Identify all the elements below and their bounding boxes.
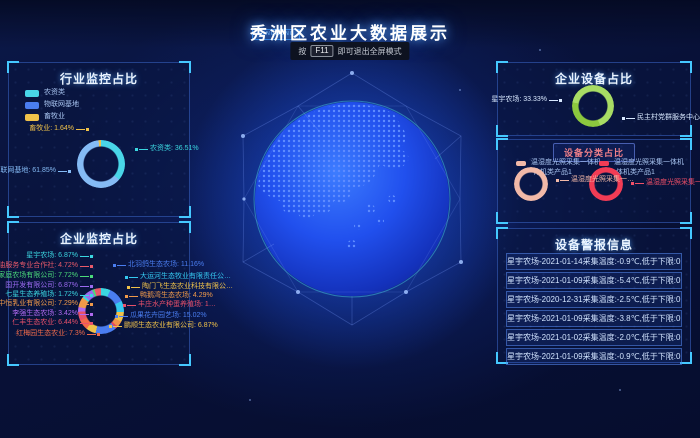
- device-alerts-panel: 设备警报信息 星宇农场-2021-01-14采集温度:-0.9℃,低于下限:0℃…: [497, 228, 691, 363]
- dashboard: TONGNONG 秀洲区农业大数据展示 按 F11 即可退出全屏模式 行业监控占…: [0, 0, 700, 438]
- enterprise-monitor-panel: 企业监控占比 星宇农场: 6.87% 粮油服务专业合作社: 4.72% 家庭农场…: [8, 222, 190, 365]
- panel-title: 企业监控占比: [9, 223, 189, 247]
- pie-label: 丰庄水产种蛋养殖场: 1…: [123, 301, 216, 309]
- pie-label-minzhucun: 民主村党群服务中心…: [622, 114, 700, 122]
- device-ratio-panel: 企业设备占比 星宇农场: 33.33% 民主村党群服务中心…: [497, 62, 691, 136]
- legend-item[interactable]: 温湿度光照采集一体机: [599, 159, 684, 167]
- device-donut-chart[interactable]: [572, 85, 614, 127]
- legend-label: 温湿度光照采集一体机: [614, 159, 684, 167]
- pie-label: 粮油服务专业合作社: 4.72%: [0, 262, 93, 270]
- alert-row: 星宇农场-2020-12-31采集温度:-2.5℃,低于下限:0℃: [506, 291, 682, 308]
- pie-label: 家庭农场有限公司: 7.72%: [0, 272, 93, 280]
- alert-row: 星宇农场-2021-01-14采集温度:-0.9℃,低于下限:0℃: [506, 253, 682, 270]
- legend-swatch: [25, 114, 39, 121]
- alert-row: 星宇农场-2021-01-09采集温度:-0.9℃,低于下限:0℃: [506, 348, 682, 365]
- legend-label: 畜牧业: [44, 113, 65, 121]
- pie-label: 七星生态养殖场: 1.72%: [5, 291, 93, 299]
- page-title: 秀洲区农业大数据展示: [0, 19, 700, 44]
- legend-swatch: [25, 90, 39, 97]
- alert-row: 星宇农场-2021-01-09采集温度:-5.4℃,低于下限:0℃: [506, 272, 682, 289]
- pie-label: 红梅园生态农业: 7.3%: [16, 330, 100, 338]
- legend-swatch: [599, 161, 609, 166]
- pie-label-xumuye: 畜牧业: 1.64%: [29, 125, 89, 133]
- alert-row: 星宇农场-2021-01-09采集温度:-3.8℃,低于下限:0℃: [506, 310, 682, 327]
- pie-label: 仁丰生态农业: 6.44%: [12, 319, 93, 327]
- pie-label-nongzilei: 农资类: 36.51%: [135, 145, 199, 153]
- industry-donut-chart[interactable]: [77, 140, 125, 188]
- industry-monitor-panel: 行业监控占比 农资类 物联网基地 畜牧业 畜牧业: 1.64% 农资类: 36.…: [8, 62, 190, 217]
- pie-label: 鸭鹅湾生态农场: 4.29%: [125, 292, 213, 300]
- pie-callout: 温湿度光照采集一…: [556, 176, 634, 184]
- pie-callout: 温湿度光照采集一…: [631, 179, 700, 187]
- pie-label-xingyu: 星宇农场: 33.33%: [491, 96, 562, 104]
- pie-label-wulianwang: 物联网基地: 61.85%: [0, 167, 71, 175]
- legend-label: 农资类: [44, 89, 65, 97]
- pie-label: 国开发有限公司: 6.87%: [5, 282, 93, 290]
- legend-swatch: [25, 102, 39, 109]
- legend-item-xumuye[interactable]: 畜牧业: [25, 113, 65, 121]
- alert-row: 星宇农场-2021-01-02采集温度:-2.0℃,低于下限:0℃: [506, 329, 682, 346]
- panel-title: 企业设备占比: [498, 63, 690, 87]
- pie-label: 北羽鸽生态农场: 11.16%: [113, 261, 204, 269]
- pie-label: 星宇农场: 6.87%: [26, 252, 93, 260]
- legend-label: 温湿度光照采集一体机: [531, 159, 601, 167]
- pie-label: 大运河生态牧业有限责任公…: [125, 273, 231, 281]
- legend-item[interactable]: 温湿度光照采集一体机: [516, 159, 601, 167]
- globe-visualization: [202, 49, 502, 349]
- legend-item-nongzilei[interactable]: 农资类: [25, 89, 65, 97]
- device-category-panel: 设备分类占比 温湿度光照采集一体机 一体机类产品1 温湿度光照采集一… 温湿度光…: [497, 139, 691, 223]
- pie-label: 鹏顺生态农业有限公司: 6.87%: [109, 322, 218, 330]
- pie-label: 瓜果花卉园艺场: 15.02%: [115, 312, 207, 320]
- pie-label: 陶门飞生态农业科技有限公…: [127, 283, 233, 291]
- category-donut-right[interactable]: [589, 167, 623, 201]
- pie-label: 中恒乳业有限公司: 7.29%: [0, 300, 93, 308]
- legend-swatch: [516, 161, 526, 166]
- pie-label: 李强生态农场: 3.42%: [12, 310, 93, 318]
- legend-label: 物联网基地: [44, 101, 79, 109]
- panel-title: 行业监控占比: [9, 63, 189, 87]
- category-donut-left[interactable]: [514, 167, 548, 201]
- legend-item-wulianwang[interactable]: 物联网基地: [25, 101, 79, 109]
- panel-title: 设备警报信息: [498, 229, 690, 253]
